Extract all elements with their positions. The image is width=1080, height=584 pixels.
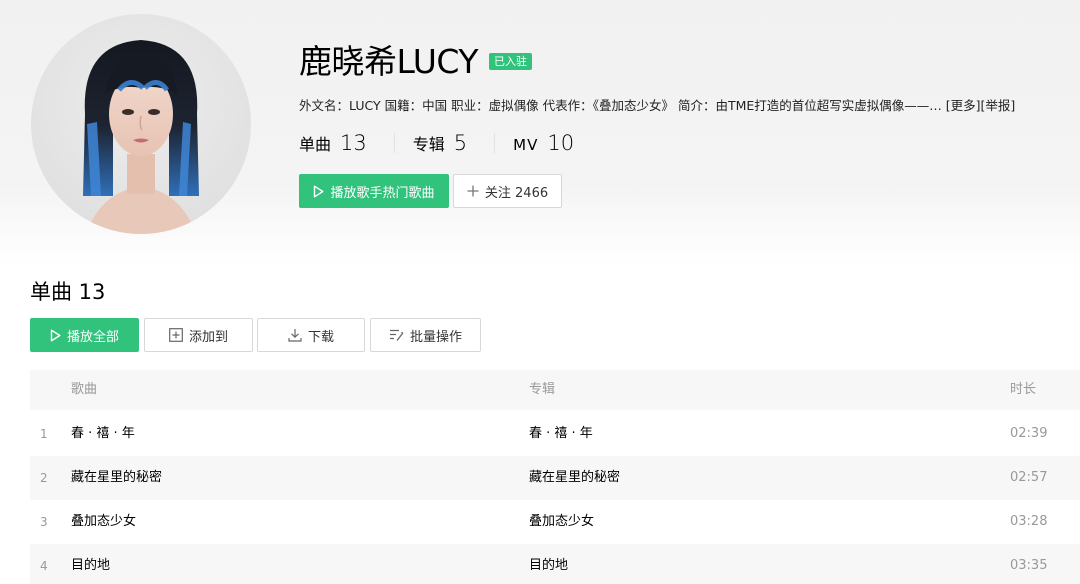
intro-label: 简介： xyxy=(677,98,716,113)
plus-icon xyxy=(467,185,479,197)
song-title[interactable]: 目的地 xyxy=(71,544,110,584)
batch-operation-button[interactable]: 批量操作 xyxy=(370,318,481,352)
column-song[interactable]: 歌曲 xyxy=(71,370,97,410)
artist-page: 鹿晓希LUCY 已入驻 外文名：LUCY 国籍：中国 职业：虚拟偶像 代表作：《… xyxy=(0,0,1080,584)
more-link[interactable]: [更多] xyxy=(946,98,981,113)
song-album[interactable]: 叠加态少女 xyxy=(529,500,594,544)
download-button[interactable]: 下载 xyxy=(257,318,365,352)
column-duration[interactable]: 时长 xyxy=(1010,370,1036,410)
add-to-label: 添加到 xyxy=(188,329,228,345)
song-index: 1 xyxy=(40,427,48,441)
singles-count: 13 xyxy=(340,131,367,155)
song-index: 4 xyxy=(40,559,48,573)
artist-avatar xyxy=(31,14,251,234)
song-table-header: 歌曲 专辑 时长 xyxy=(30,370,1080,410)
song-duration: 02:57 xyxy=(1010,470,1048,485)
artist-name: 鹿晓希LUCY xyxy=(299,42,479,81)
nationality: 中国 xyxy=(422,98,448,113)
play-hot-songs-button[interactable]: 播放歌手热门歌曲 xyxy=(299,174,449,208)
song-album[interactable]: 春 · 禧 · 年 xyxy=(529,412,593,456)
play-all-label: 播放全部 xyxy=(66,329,119,345)
avatar-portrait-icon xyxy=(83,40,199,234)
foreign-name: LUCY xyxy=(349,98,381,113)
follow-label: 关注 2466 xyxy=(484,185,549,201)
representative-works: 《叠加态少女》 xyxy=(592,98,674,113)
download-icon xyxy=(288,328,302,342)
add-to-button[interactable]: 添加到 xyxy=(144,318,253,352)
artist-info-line: 外文名：LUCY 国籍：中国 职业：虚拟偶像 代表作：《叠加态少女》 简介：由T… xyxy=(299,96,1059,116)
song-title[interactable]: 叠加态少女 xyxy=(71,500,136,544)
play-icon xyxy=(313,185,324,198)
occupation-label: 职业： xyxy=(451,98,489,113)
nationality-label: 国籍： xyxy=(384,98,423,113)
follow-button[interactable]: 关注 2466 xyxy=(453,174,562,208)
play-all-button[interactable]: 播放全部 xyxy=(30,318,139,352)
add-box-icon xyxy=(169,328,183,342)
singles-section-title: 单曲 13 xyxy=(30,280,106,304)
column-album[interactable]: 专辑 xyxy=(529,370,555,410)
song-title[interactable]: 春 · 禧 · 年 xyxy=(71,412,135,456)
song-index: 2 xyxy=(40,471,48,485)
batch-operation-label: 批量操作 xyxy=(409,329,462,345)
mv-stat[interactable]: MV 10 xyxy=(513,131,574,155)
mv-label: MV xyxy=(513,136,539,154)
download-label: 下载 xyxy=(307,329,334,345)
stat-divider xyxy=(393,133,395,153)
singles-label: 单曲 xyxy=(299,135,332,154)
batch-edit-icon xyxy=(389,328,404,342)
singles-stat[interactable]: 单曲 13 xyxy=(299,131,367,155)
albums-stat[interactable]: 专辑 5 xyxy=(413,131,467,155)
report-link[interactable]: [举报] xyxy=(981,98,1016,113)
play-hot-songs-label: 播放歌手热门歌曲 xyxy=(330,185,435,201)
foreign-name-label: 外文名： xyxy=(299,98,350,113)
song-duration: 03:28 xyxy=(1010,514,1048,529)
play-icon xyxy=(50,329,61,342)
works-label: 代表作： xyxy=(542,98,593,113)
song-duration: 03:35 xyxy=(1010,558,1048,573)
song-row[interactable]: 1 春 · 禧 · 年 春 · 禧 · 年 02:39 xyxy=(30,412,1080,456)
song-row[interactable]: 2 藏在星里的秘密 藏在星里的秘密 02:57 xyxy=(30,456,1080,500)
stat-divider xyxy=(494,133,496,153)
song-row[interactable]: 4 目的地 目的地 03:35 xyxy=(30,544,1080,584)
song-duration: 02:39 xyxy=(1010,426,1048,441)
albums-count: 5 xyxy=(453,131,468,155)
song-title[interactable]: 藏在星里的秘密 xyxy=(71,456,162,500)
song-index: 3 xyxy=(40,515,48,529)
albums-label: 专辑 xyxy=(412,135,445,154)
song-row[interactable]: 3 叠加态少女 叠加态少女 03:28 xyxy=(30,500,1080,544)
occupation: 虚拟偶像 xyxy=(488,98,539,113)
mv-count: 10 xyxy=(547,131,575,155)
artist-intro: 由TME打造的首位超写实虚拟偶像——… xyxy=(715,98,942,113)
song-album[interactable]: 藏在星里的秘密 xyxy=(529,456,620,500)
settled-badge: 已入驻 xyxy=(489,53,532,70)
song-album[interactable]: 目的地 xyxy=(529,544,568,584)
artist-stats: 单曲 13 专辑 5 MV 10 xyxy=(299,128,574,158)
